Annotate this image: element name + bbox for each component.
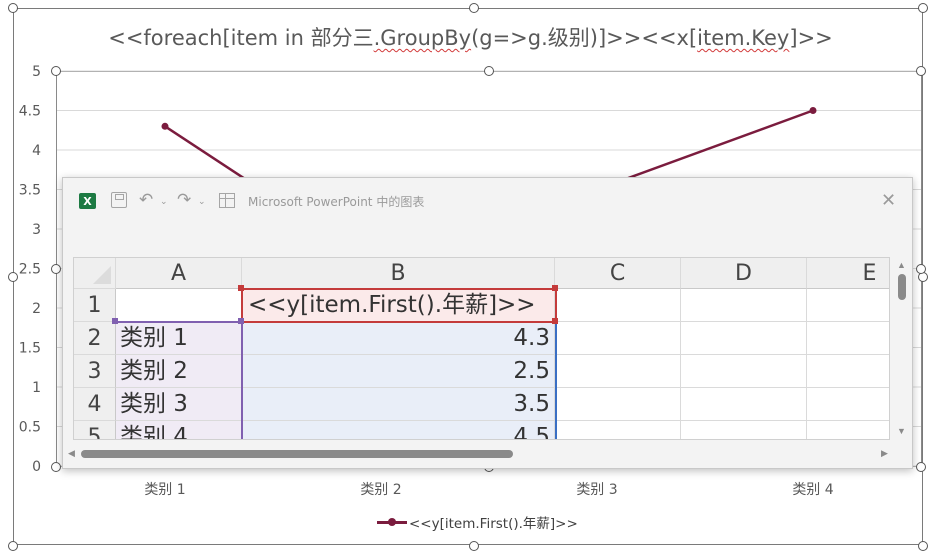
scroll-up-icon[interactable]: ▲ [897,260,906,270]
data-point-0-0 [161,122,169,130]
cell-d4[interactable] [681,388,807,421]
y-tick-label-4: 2 [32,301,41,317]
plot-handle-top-right[interactable] [916,66,926,76]
cell-e5[interactable] [807,421,889,439]
cell-b3[interactable]: 2.5 [242,355,555,388]
chart-legend[interactable]: <<y[item.First().年薪]>> [377,511,578,533]
excel-icon: X [79,193,96,209]
y-tick-label-2: 1 [32,380,41,396]
scroll-right-icon[interactable]: ▶ [881,448,888,459]
resize-handle-bottom-left[interactable] [8,541,18,551]
plot-handle-middle-right[interactable] [916,264,926,274]
column-header-c[interactable]: C [555,258,681,289]
select-all-corner[interactable] [74,258,116,289]
cell-e3[interactable] [807,355,889,388]
cell-a2[interactable]: 类别 1 [116,322,242,355]
scroll-down-icon[interactable]: ▼ [897,426,906,436]
resize-handle-middle-left[interactable] [8,272,18,282]
x-tick-label-1: 类别 2 [360,482,401,498]
column-header-e[interactable]: E [807,258,889,289]
cell-a4[interactable]: 类别 3 [116,388,242,421]
cell-b2[interactable]: 4.3 [242,322,555,355]
cell-a3[interactable]: 类别 2 [116,355,242,388]
resize-handle-top-right[interactable] [918,3,928,13]
redo-dropdown-icon[interactable]: ⌄ [198,196,206,207]
horizontal-scroll-thumb[interactable] [81,450,513,458]
row-header-2[interactable]: 2 [74,322,116,355]
cell-c3[interactable] [555,355,681,388]
vertical-scrollbar[interactable]: ▲ ▼ [894,260,908,442]
plot-handle-bottom-right[interactable] [916,462,926,472]
x-tick-label-0: 类别 1 [144,482,185,498]
close-icon[interactable]: ✕ [881,190,896,211]
cell-c5[interactable] [555,421,681,439]
redo-icon[interactable]: ↷ [177,190,191,210]
resize-handle-top-center[interactable] [469,3,479,13]
range-handle-red[interactable] [238,285,244,291]
powerpoint-chart-editor: <<foreach[item in 部分三.GroupBy(g=>g.级别)]>… [0,0,941,552]
y-tick-label-5: 2.5 [19,262,41,278]
edit-data-in-excel-icon[interactable] [219,193,235,208]
y-tick-label-7: 3.5 [19,183,41,199]
cell-e2[interactable] [807,322,889,355]
x-tick-label-2: 类别 3 [576,482,617,498]
cell-d2[interactable] [681,322,807,355]
undo-icon[interactable]: ↶ [139,190,153,210]
range-handle-red-bottom[interactable] [552,318,558,324]
cell-c4[interactable] [555,388,681,421]
cell-b4[interactable]: 3.5 [242,388,555,421]
plot-handle-top-left[interactable] [51,66,61,76]
column-header-a[interactable]: A [116,258,242,289]
cell-d3[interactable] [681,355,807,388]
x-tick-label-3: 类别 4 [792,482,833,498]
resize-handle-top-left[interactable] [8,3,18,13]
legend-line-marker-icon [377,515,407,529]
horizontal-scrollbar[interactable]: ◀ ▶ [63,446,893,460]
column-header-d[interactable]: D [681,258,807,289]
resize-handle-bottom-right[interactable] [918,541,928,551]
data-point-0-3 [809,107,817,114]
cell-c2[interactable] [555,322,681,355]
y-tick-label-9: 4.5 [19,104,41,120]
chart-data-window: X ↶ ⌄ ↷ ⌄ Microsoft PowerPoint 中的图表 ✕ A … [62,177,913,469]
cell-b5[interactable]: 4.5 [242,421,555,439]
column-header-b[interactable]: B [242,258,555,289]
cell-c1[interactable] [555,289,681,322]
cell-d1[interactable] [681,289,807,322]
cell-b1[interactable]: <<y[item.First().年薪]>> [242,289,555,322]
plot-handle-middle-left[interactable] [51,264,61,274]
save-icon[interactable] [111,192,127,208]
y-tick-label-10: 5 [32,64,41,80]
y-tick-label-8: 4 [32,143,41,159]
row-header-3[interactable]: 3 [74,355,116,388]
cell-e1[interactable] [807,289,889,322]
scroll-left-icon[interactable]: ◀ [68,448,75,459]
row-header-1[interactable]: 1 [74,289,116,322]
cell-a1[interactable] [116,289,242,322]
cell-e4[interactable] [807,388,889,421]
window-title: Microsoft PowerPoint 中的图表 [248,195,425,209]
legend-label: <<y[item.First().年薪]>> [409,516,578,532]
vertical-scroll-thumb[interactable] [898,274,906,300]
undo-dropdown-icon[interactable]: ⌄ [160,196,168,207]
cell-a5[interactable]: 类别 4 [116,421,242,439]
y-tick-label-3: 1.5 [19,341,41,357]
y-tick-label-0: 0 [32,459,41,475]
range-handle-purple-left[interactable] [112,318,118,324]
plot-handle-bottom-left[interactable] [51,462,61,472]
row-header-4[interactable]: 4 [74,388,116,421]
plot-handle-top-center[interactable] [484,66,494,76]
cell-d5[interactable] [681,421,807,439]
range-handle-purple[interactable] [238,318,244,324]
window-titlebar: X ↶ ⌄ ↷ ⌄ Microsoft PowerPoint 中的图表 ✕ [63,178,912,224]
range-handle-red-right[interactable] [552,285,558,291]
y-tick-label-6: 3 [32,222,41,238]
spreadsheet-grid[interactable]: A B C D E 1 <<y[item.First().年薪]>> 2 类别 … [73,257,890,440]
row-header-5[interactable]: 5 [74,421,116,439]
y-tick-label-1: 0.5 [19,420,41,436]
resize-handle-bottom-center[interactable] [469,541,479,551]
